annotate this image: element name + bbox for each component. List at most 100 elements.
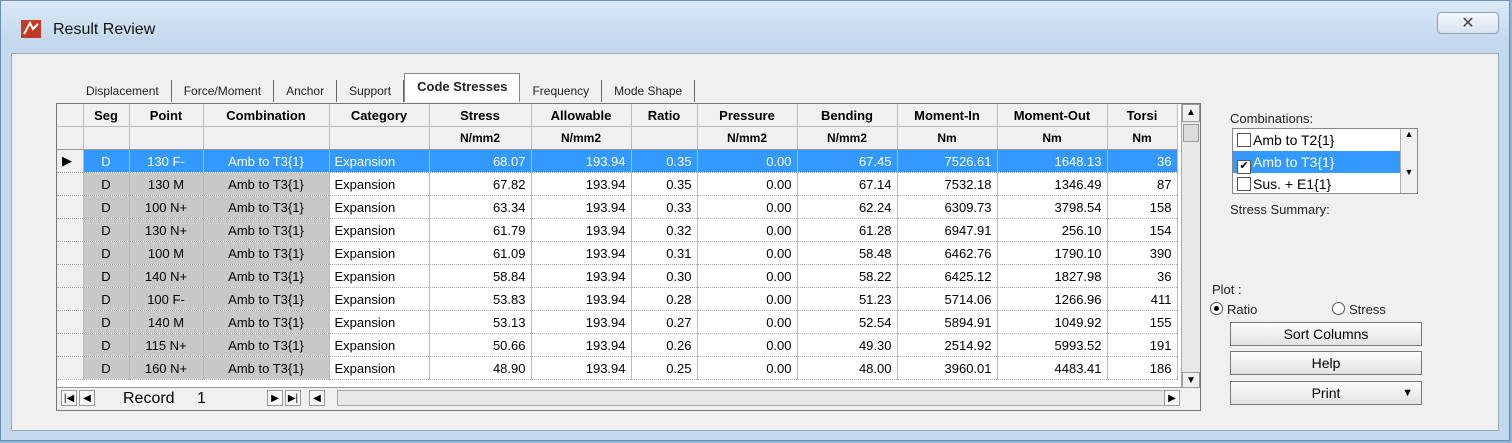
table-cell[interactable]: 0.31	[631, 241, 698, 265]
table-cell[interactable]: 100 M	[129, 241, 204, 265]
table-cell[interactable]: Amb to T3{1}	[203, 356, 330, 380]
table-cell[interactable]: 3960.01	[897, 356, 998, 380]
table-cell[interactable]: 1790.10	[997, 241, 1108, 265]
table-cell[interactable]: 191	[1107, 333, 1178, 357]
table-cell[interactable]: Expansion	[329, 264, 430, 288]
table-cell[interactable]: 0.28	[631, 287, 698, 311]
table-cell[interactable]: 186	[1107, 356, 1178, 380]
table-cell[interactable]: 193.94	[531, 195, 632, 219]
table-cell[interactable]: 61.79	[429, 218, 532, 242]
table-cell[interactable]: 6462.76	[897, 241, 998, 265]
table-cell[interactable]: 5993.52	[997, 333, 1108, 357]
table-cell[interactable]: Expansion	[329, 149, 430, 173]
table-cell[interactable]: 158	[1107, 195, 1178, 219]
table-cell[interactable]: 130 N+	[129, 218, 204, 242]
tab-anchor[interactable]: Anchor	[274, 80, 338, 102]
table-cell[interactable]: Expansion	[329, 241, 430, 265]
table-cell[interactable]: 4483.41	[997, 356, 1108, 380]
scroll-up-icon[interactable]: ▲	[1182, 104, 1200, 122]
checkbox-icon[interactable]	[1237, 133, 1251, 147]
table-cell[interactable]: 2514.92	[897, 333, 998, 357]
table-cell[interactable]: 0.00	[697, 241, 798, 265]
tab-support[interactable]: Support	[337, 80, 405, 102]
table-cell[interactable]: Expansion	[329, 287, 430, 311]
dropdown-arrow-icon[interactable]: ▼	[1402, 382, 1413, 404]
table-cell[interactable]: 0.00	[697, 264, 798, 288]
help-button[interactable]: Help	[1230, 351, 1422, 375]
table-cell[interactable]: 52.54	[797, 310, 898, 334]
table-cell[interactable]: 193.94	[531, 149, 632, 173]
table-cell[interactable]: Amb to T3{1}	[203, 287, 330, 311]
table-cell[interactable]: 193.94	[531, 172, 632, 196]
checkbox-icon[interactable]	[1237, 177, 1251, 191]
scroll-right-icon[interactable]: ▶	[1164, 390, 1180, 406]
table-cell[interactable]: 61.28	[797, 218, 898, 242]
prev-record-icon[interactable]: ◀	[79, 390, 95, 406]
row-selector-cell[interactable]: ▶	[57, 149, 84, 173]
row-selector-cell[interactable]	[57, 172, 84, 196]
table-cell[interactable]: 154	[1107, 218, 1178, 242]
combination-item[interactable]: Sus. + E1{1}	[1233, 173, 1417, 193]
next-record-icon[interactable]: ▶	[267, 390, 283, 406]
column-header[interactable]: Ratio	[631, 104, 698, 127]
table-cell[interactable]: Amb to T3{1}	[203, 195, 330, 219]
table-cell[interactable]: 155	[1107, 310, 1178, 334]
table-cell[interactable]: 0.33	[631, 195, 698, 219]
column-header[interactable]: Seg	[83, 104, 130, 127]
listbox-scrollbar[interactable]: ▲ ▼	[1400, 129, 1417, 193]
table-cell[interactable]: 58.84	[429, 264, 532, 288]
column-header[interactable]: Torsi	[1107, 104, 1178, 127]
scroll-thumb[interactable]	[1183, 124, 1199, 142]
table-cell[interactable]: 130 F-	[129, 149, 204, 173]
table-cell[interactable]: 5714.06	[897, 287, 998, 311]
table-cell[interactable]: Amb to T3{1}	[203, 241, 330, 265]
tab-frequency[interactable]: Frequency	[520, 80, 603, 102]
row-selector-cell[interactable]	[57, 195, 84, 219]
combinations-listbox[interactable]: Amb to T2{1} ✔ Amb to T3{1} Sus. + E1{1} ▲ …	[1232, 128, 1418, 194]
table-cell[interactable]: 53.13	[429, 310, 532, 334]
sort-columns-button[interactable]: Sort Columns	[1230, 322, 1422, 346]
row-selector-cell[interactable]	[57, 218, 84, 242]
grid-horizontal-scrollbar[interactable]	[337, 390, 1172, 406]
column-header[interactable]: Allowable	[531, 104, 632, 127]
table-cell[interactable]: 0.00	[697, 195, 798, 219]
row-selector-cell[interactable]	[57, 310, 84, 334]
checkbox-icon[interactable]: ✔	[1237, 160, 1251, 174]
column-header[interactable]: Category	[329, 104, 430, 127]
combination-item[interactable]: ✔ Amb to T3{1}	[1233, 151, 1417, 174]
title-bar[interactable]: Result Review ✕	[1, 1, 1509, 53]
table-cell[interactable]: 48.00	[797, 356, 898, 380]
table-cell[interactable]: Amb to T3{1}	[203, 172, 330, 196]
table-cell[interactable]: 115 N+	[129, 333, 204, 357]
radio-icon[interactable]	[1210, 302, 1223, 315]
table-cell[interactable]: 5894.91	[897, 310, 998, 334]
table-cell[interactable]: 193.94	[531, 310, 632, 334]
table-row[interactable]: ▶ D 130 F- Amb to T3{1} Expansion 68.07 193.94…	[57, 149, 1178, 173]
table-cell[interactable]: 68.07	[429, 149, 532, 173]
table-cell[interactable]: 193.94	[531, 287, 632, 311]
table-cell[interactable]: 0.32	[631, 218, 698, 242]
table-cell[interactable]: Expansion	[329, 195, 430, 219]
table-cell[interactable]: 1648.13	[997, 149, 1108, 173]
table-cell[interactable]: Amb to T3{1}	[203, 218, 330, 242]
table-cell[interactable]: D	[83, 195, 130, 219]
table-cell[interactable]: 62.24	[797, 195, 898, 219]
table-cell[interactable]: Expansion	[329, 333, 430, 357]
table-cell[interactable]: 0.25	[631, 356, 698, 380]
table-cell[interactable]: 160 N+	[129, 356, 204, 380]
table-cell[interactable]: 390	[1107, 241, 1178, 265]
table-cell[interactable]: 7526.61	[897, 149, 998, 173]
combination-item[interactable]: Amb to T2{1}	[1233, 129, 1417, 151]
table-cell[interactable]: 0.00	[697, 356, 798, 380]
table-cell[interactable]: D	[83, 264, 130, 288]
table-cell[interactable]: 140 N+	[129, 264, 204, 288]
table-cell[interactable]: D	[83, 149, 130, 173]
last-record-icon[interactable]: ▶|	[285, 390, 301, 406]
table-row[interactable]: D 130 M Amb to T3{1} Expansion 67.82 193.94 0.…	[57, 172, 1178, 196]
table-cell[interactable]: 0.35	[631, 172, 698, 196]
table-cell[interactable]: D	[83, 356, 130, 380]
close-button[interactable]: ✕	[1437, 12, 1499, 34]
table-cell[interactable]: 0.00	[697, 172, 798, 196]
column-header[interactable]: Bending	[797, 104, 898, 127]
table-cell[interactable]: D	[83, 241, 130, 265]
